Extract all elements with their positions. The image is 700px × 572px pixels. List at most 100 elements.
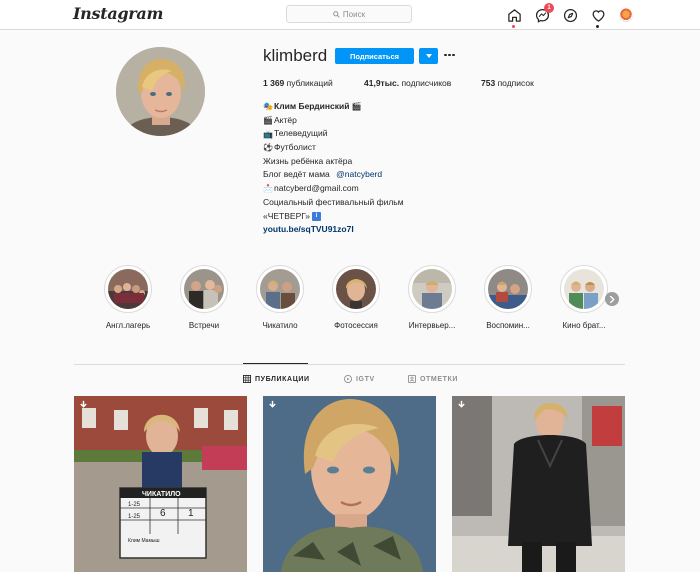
- highlight-cover: [488, 269, 528, 309]
- clapper-crew: Клим Мамыш: [128, 538, 160, 544]
- highlight-ring: [560, 265, 608, 313]
- highlight-item[interactable]: Англ.лагерь: [98, 265, 158, 330]
- posts-value: 1 369: [263, 78, 285, 88]
- highlights-next-button[interactable]: [605, 292, 619, 306]
- bio-line: Блог ведёт мама @natcyberd: [263, 168, 463, 182]
- avatar: [619, 8, 633, 22]
- bio-text: Жизнь ребёнка актёра: [263, 155, 353, 166]
- bio-line: 📺 Телеведущий: [263, 127, 463, 141]
- bio-text: «ЧЕТВЕРГ»: [263, 210, 311, 221]
- profile-picture[interactable]: [116, 47, 205, 136]
- messages-badge: 1: [544, 3, 554, 13]
- highlight-label: Кино брат...: [562, 321, 606, 330]
- highlight-cover: [108, 269, 148, 309]
- bio-text: Блог ведёт мама: [263, 169, 330, 180]
- bio-line: Жизнь ребёнка актёра: [263, 155, 463, 169]
- post-image: ЧИКАТИЛО 1-25 1-25 6 1 Клим Мамыш: [74, 396, 247, 572]
- bio-text: Футболист: [274, 142, 316, 153]
- clapper-title: ЧИКАТИЛО: [142, 491, 181, 498]
- bio-line: 📩 natcyberd@gmail.com: [263, 182, 463, 196]
- highlight-item[interactable]: Воспомин...: [478, 265, 538, 330]
- clapper-take: 1: [188, 508, 194, 519]
- carousel-icon: [458, 400, 465, 408]
- search-input[interactable]: Поиск: [286, 5, 412, 23]
- more-dot: [452, 53, 455, 57]
- highlight-cover: [564, 269, 604, 309]
- bio-text: Телеведущий: [274, 128, 328, 139]
- chevron-down-icon: [425, 54, 432, 58]
- chevron-right-icon: [609, 295, 615, 303]
- highlight-cover: [412, 269, 452, 309]
- tab-igtv[interactable]: IGTV: [344, 375, 375, 383]
- clapper-row: 1-25: [128, 514, 141, 520]
- profile-username: klimberd: [263, 46, 328, 65]
- activity-dot: [596, 25, 599, 28]
- grid-icon: [243, 375, 251, 383]
- following-label: подписок: [497, 78, 534, 88]
- follow-button[interactable]: Подписаться: [335, 48, 414, 64]
- highlight-cover: [336, 269, 376, 309]
- bio-url-link[interactable]: youtu.be/sqTVU91zo7I: [263, 223, 354, 237]
- info-icon: i: [312, 211, 322, 221]
- tagged-user-icon: [408, 375, 416, 383]
- post-image: [452, 396, 625, 572]
- tab-label: ПУБЛИКАЦИИ: [255, 375, 310, 383]
- profile-bio: 🎭 Клим Бердинский 🎬 🎬 Актёр 📺 Телеведущи…: [263, 100, 463, 237]
- post-image: [263, 396, 436, 572]
- tab-tagged[interactable]: ОТМЕТКИ: [408, 375, 458, 383]
- active-dot: [512, 25, 515, 28]
- highlight-item[interactable]: Фотосессия: [326, 265, 386, 330]
- highlight-item[interactable]: Чикатило: [250, 265, 310, 330]
- highlight-cover: [260, 269, 300, 309]
- messenger-icon[interactable]: 1: [534, 3, 554, 23]
- theater-masks-icon: 🎭: [263, 102, 273, 112]
- posts-count: 1 369 публикаций: [263, 78, 333, 88]
- highlight-ring: [256, 265, 304, 313]
- tab-posts[interactable]: ПУБЛИКАЦИИ: [243, 375, 310, 383]
- bio-text: Актёр: [274, 114, 297, 125]
- tabs-divider: [74, 364, 625, 365]
- highlight-label: Встречи: [188, 321, 220, 330]
- followers-link[interactable]: 41,9тыс. подписчиков: [364, 78, 451, 88]
- more-dot: [448, 53, 451, 57]
- highlight-item[interactable]: Встречи: [174, 265, 234, 330]
- more-dot: [444, 53, 447, 57]
- top-nav-bar: Instagram Поиск 1: [0, 0, 700, 30]
- explore-icon[interactable]: [562, 7, 578, 23]
- highlight-ring: [332, 265, 380, 313]
- bio-line: youtu.be/sqTVU91zo7I: [263, 223, 463, 237]
- followers-label: подписчиков: [401, 78, 452, 88]
- highlight-label: Англ.лагерь: [105, 321, 151, 330]
- highlight-label: Чикатило: [262, 321, 298, 330]
- carousel-icon: [80, 400, 87, 408]
- bio-email: natcyberd@gmail.com: [274, 183, 359, 194]
- carousel-icon: [269, 400, 276, 408]
- following-link[interactable]: 753 подписок: [481, 78, 534, 88]
- post-thumbnail[interactable]: [452, 396, 625, 572]
- search-placeholder: Поиск: [342, 9, 366, 19]
- post-thumbnail[interactable]: ЧИКАТИЛО 1-25 1-25 6 1 Клим Мамыш: [74, 396, 247, 572]
- highlight-ring: [180, 265, 228, 313]
- clapperboard-icon: 🎬: [263, 116, 273, 126]
- instagram-logo[interactable]: Instagram: [73, 4, 163, 23]
- bio-name-line: 🎭 Клим Бердинский 🎬: [263, 100, 463, 114]
- clapperboard-icon: 🎬: [351, 102, 362, 112]
- highlight-label: Интервьер...: [408, 321, 456, 330]
- home-icon[interactable]: [506, 7, 522, 28]
- suggestions-dropdown-button[interactable]: [419, 48, 438, 64]
- tv-icon: 📺: [263, 129, 273, 139]
- more-options-button[interactable]: [444, 50, 456, 60]
- bio-text: Социальный фестивальный фильм: [263, 196, 404, 207]
- tab-label: IGTV: [356, 375, 375, 383]
- post-thumbnail[interactable]: [263, 396, 436, 572]
- highlight-ring: [408, 265, 456, 313]
- bio-full-name: Клим Бердинский: [274, 101, 350, 111]
- search-icon: [333, 10, 340, 18]
- heart-icon[interactable]: [590, 7, 606, 28]
- bio-line: 🎬 Актёр: [263, 114, 463, 128]
- highlight-item[interactable]: Интервьер...: [402, 265, 462, 330]
- mention-link[interactable]: @natcyberd: [336, 168, 382, 182]
- following-value: 753: [481, 78, 496, 88]
- clapper-scene: 6: [160, 508, 166, 519]
- profile-avatar[interactable]: [618, 7, 634, 23]
